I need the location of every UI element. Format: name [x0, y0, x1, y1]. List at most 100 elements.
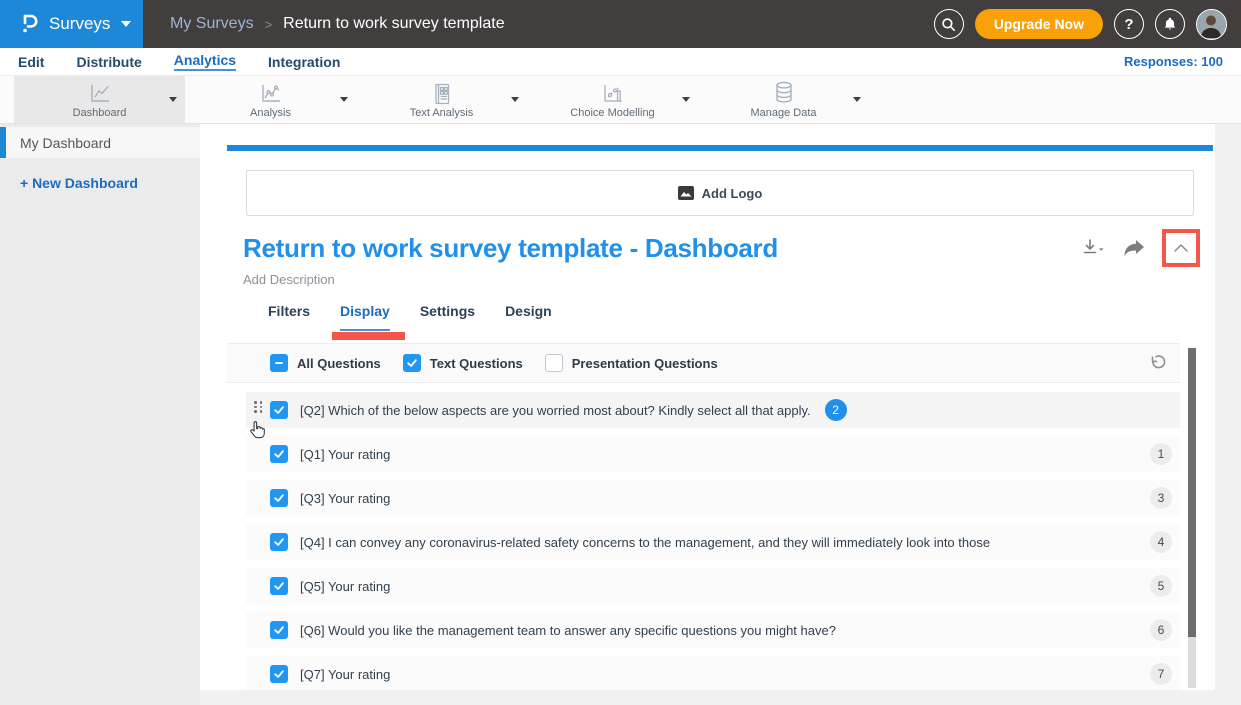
all-questions-checkbox[interactable]	[270, 354, 288, 372]
question-row[interactable]: [Q7] Your rating 7	[246, 656, 1180, 690]
tab-display[interactable]: Display	[340, 303, 390, 331]
chevron-down-icon[interactable]	[682, 97, 690, 102]
collapse-chevron-up-icon	[1173, 243, 1189, 253]
question-checkbox[interactable]	[270, 445, 288, 463]
text-analysis-icon	[431, 81, 453, 105]
toolbar-choice-modelling-label: Choice Modelling	[570, 107, 654, 119]
choice-modelling-icon	[601, 81, 625, 105]
download-icon[interactable]	[1082, 238, 1106, 258]
image-icon	[678, 186, 694, 200]
filter-label: Text Questions	[430, 356, 523, 371]
question-order-badge: 6	[1150, 619, 1172, 641]
toolbar-dashboard[interactable]: Dashboard	[14, 76, 185, 123]
tab-design[interactable]: Design	[505, 303, 552, 331]
filter-text-questions[interactable]: Text Questions	[403, 354, 523, 372]
responses-count[interactable]: Responses: 100	[1124, 54, 1223, 69]
chevron-down-icon[interactable]	[169, 97, 177, 102]
question-checkbox[interactable]	[270, 621, 288, 639]
collapse-panel-red-annotation[interactable]	[1162, 229, 1200, 267]
upgrade-now-button[interactable]: Upgrade Now	[975, 9, 1103, 39]
question-checkbox[interactable]	[270, 577, 288, 595]
question-list-scrollbar[interactable]	[1188, 348, 1196, 688]
notifications-bell-icon[interactable]	[1155, 9, 1185, 39]
subnav-edit[interactable]: Edit	[18, 54, 44, 70]
breadcrumb-separator: >	[265, 17, 273, 32]
app-header: Surveys My Surveys > Return to work surv…	[0, 0, 1241, 48]
title-row: Return to work survey template - Dashboa…	[243, 229, 1200, 267]
question-label: [Q1] Your rating	[300, 447, 1150, 462]
filter-label: Presentation Questions	[572, 356, 718, 371]
reset-order-icon[interactable]	[1148, 354, 1166, 372]
question-order-badge: 7	[1150, 663, 1172, 685]
scrollbar-thumb[interactable]	[1188, 348, 1196, 637]
question-row[interactable]: [Q1] Your rating 1	[246, 436, 1180, 472]
dashboard-panel: Add Logo Return to work survey template …	[200, 124, 1215, 690]
help-glyph: ?	[1124, 16, 1133, 33]
search-icon[interactable]	[934, 9, 964, 39]
dashboard-accent-bar	[227, 145, 1213, 151]
add-logo-button[interactable]: Add Logo	[246, 170, 1194, 216]
question-row[interactable]: [Q2] Which of the below aspects are you …	[246, 392, 1180, 428]
page-body: My Dashboard + New Dashboard Add Logo Re…	[0, 124, 1241, 705]
filter-presentation-questions[interactable]: Presentation Questions	[545, 354, 718, 372]
dashboard-tabs: Filters Display Settings Design	[268, 303, 1215, 331]
add-logo-label: Add Logo	[702, 186, 763, 201]
question-row[interactable]: [Q3] Your rating 3	[246, 480, 1180, 516]
share-icon[interactable]	[1123, 239, 1145, 257]
toolbar-text-analysis[interactable]: Text Analysis	[356, 76, 527, 123]
toolbar-analysis-label: Analysis	[250, 107, 291, 119]
chevron-down-icon[interactable]	[511, 97, 519, 102]
toolbar-manage-data-label: Manage Data	[750, 107, 816, 119]
tab-settings[interactable]: Settings	[420, 303, 475, 331]
sidebar-item-my-dashboard[interactable]: My Dashboard	[0, 127, 200, 158]
filter-all-questions[interactable]: All Questions	[270, 354, 381, 372]
help-icon[interactable]: ?	[1114, 9, 1144, 39]
app-switcher[interactable]: Surveys	[0, 0, 143, 48]
presentation-questions-checkbox[interactable]	[545, 354, 563, 372]
question-label: [Q2] Which of the below aspects are you …	[300, 403, 811, 418]
question-row[interactable]: [Q5] Your rating 5	[246, 568, 1180, 604]
dashboard-chart-icon	[88, 81, 112, 105]
toolbar-text-analysis-label: Text Analysis	[410, 107, 474, 119]
breadcrumb-my-surveys[interactable]: My Surveys	[170, 15, 254, 33]
question-label: [Q6] Would you like the management team …	[300, 623, 1150, 638]
add-description-field[interactable]: Add Description	[243, 272, 1215, 287]
toolbar-choice-modelling[interactable]: Choice Modelling	[527, 76, 698, 123]
subnav-distribute[interactable]: Distribute	[76, 54, 141, 70]
chevron-down-icon[interactable]	[340, 97, 348, 102]
question-label: [Q4] I can convey any coronavirus-relate…	[300, 535, 1150, 550]
toolbar-analysis[interactable]: Analysis	[185, 76, 356, 123]
subnav-integration[interactable]: Integration	[268, 54, 340, 70]
question-row[interactable]: [Q6] Would you like the management team …	[246, 612, 1180, 648]
question-order-badge: 2	[825, 399, 847, 421]
toolbar-manage-data[interactable]: Manage Data	[698, 76, 869, 123]
dashboard-actions	[1082, 229, 1200, 267]
question-order-badge: 4	[1150, 531, 1172, 553]
database-icon	[773, 81, 795, 105]
question-row[interactable]: [Q4] I can convey any coronavirus-relate…	[246, 524, 1180, 560]
drag-handle-icon[interactable]	[254, 401, 262, 414]
question-label: [Q3] Your rating	[300, 491, 1150, 506]
new-dashboard-button[interactable]: + New Dashboard	[20, 175, 200, 191]
chevron-down-icon	[121, 21, 131, 27]
question-order-badge: 1	[1150, 443, 1172, 465]
analysis-chart-icon	[259, 81, 283, 105]
display-tab-red-annotation	[332, 332, 405, 340]
dashboard-sidebar: My Dashboard + New Dashboard	[0, 124, 200, 705]
tab-filters[interactable]: Filters	[268, 303, 310, 331]
survey-subnav: Edit Distribute Analytics Integration Re…	[0, 48, 1241, 76]
question-label: [Q7] Your rating	[300, 667, 1150, 682]
text-questions-checkbox[interactable]	[403, 354, 421, 372]
subnav-analytics[interactable]: Analytics	[174, 52, 236, 71]
dashboard-title[interactable]: Return to work survey template - Dashboa…	[243, 233, 778, 264]
question-label: [Q5] Your rating	[300, 579, 1150, 594]
question-checkbox[interactable]	[270, 665, 288, 683]
user-avatar[interactable]	[1196, 9, 1227, 40]
question-order-badge: 5	[1150, 575, 1172, 597]
header-actions: Upgrade Now ?	[934, 9, 1227, 40]
question-checkbox[interactable]	[270, 401, 288, 419]
question-checkbox[interactable]	[270, 533, 288, 551]
question-checkbox[interactable]	[270, 489, 288, 507]
chevron-down-icon[interactable]	[853, 97, 861, 102]
toolbar-dashboard-label: Dashboard	[73, 107, 127, 119]
